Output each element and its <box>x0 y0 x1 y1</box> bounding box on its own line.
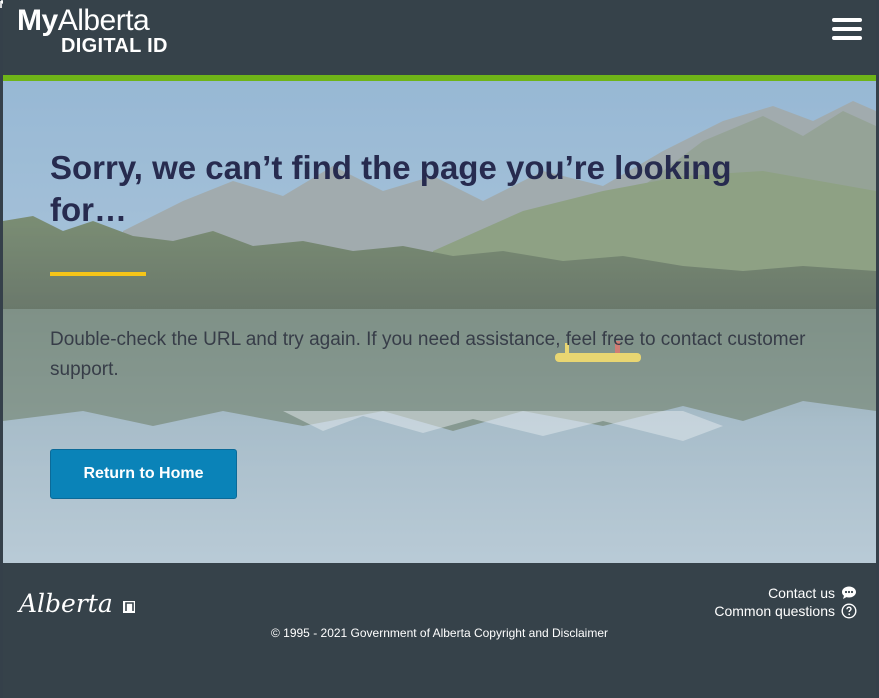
logo-digital-id: DIGITAL ID <box>61 35 168 57</box>
page-title: Sorry, we can’t find the page you’re loo… <box>50 149 732 228</box>
alberta-logo[interactable]: Alberta <box>17 583 137 621</box>
logo-my: My <box>17 4 58 37</box>
common-questions-label: Common questions <box>714 603 835 619</box>
hamburger-menu-icon[interactable] <box>832 18 862 42</box>
title-accent-rule <box>50 272 146 276</box>
copyright-notice[interactable]: © 1995 - 2021 Government of Alberta Copy… <box>3 626 876 640</box>
error-message: Double-check the URL and try again. If y… <box>50 329 806 380</box>
logo-alberta: Alberta <box>57 4 150 37</box>
site-header: MyAlberta DIGITAL ID <box>3 0 876 75</box>
common-questions-link[interactable]: Common questions <box>714 602 857 620</box>
contact-us-label: Contact us <box>768 585 835 601</box>
chat-bubble-icon <box>841 585 857 601</box>
site-footer: Alberta Contact us Common questions © 19… <box>3 563 876 698</box>
footer-links: Contact us Common questions <box>714 584 857 620</box>
myalberta-digital-id-logo[interactable]: MyAlberta DIGITAL ID <box>17 4 168 57</box>
hero-section: Sorry, we can’t find the page you’re loo… <box>3 81 876 563</box>
page-frame: MyAlberta DIGITAL ID Sorry, we can’t fin… <box>3 0 876 698</box>
svg-text:Alberta: Alberta <box>17 589 113 618</box>
question-circle-icon <box>841 603 857 619</box>
contact-us-link[interactable]: Contact us <box>714 584 857 602</box>
return-to-home-button[interactable]: Return to Home <box>50 449 237 499</box>
